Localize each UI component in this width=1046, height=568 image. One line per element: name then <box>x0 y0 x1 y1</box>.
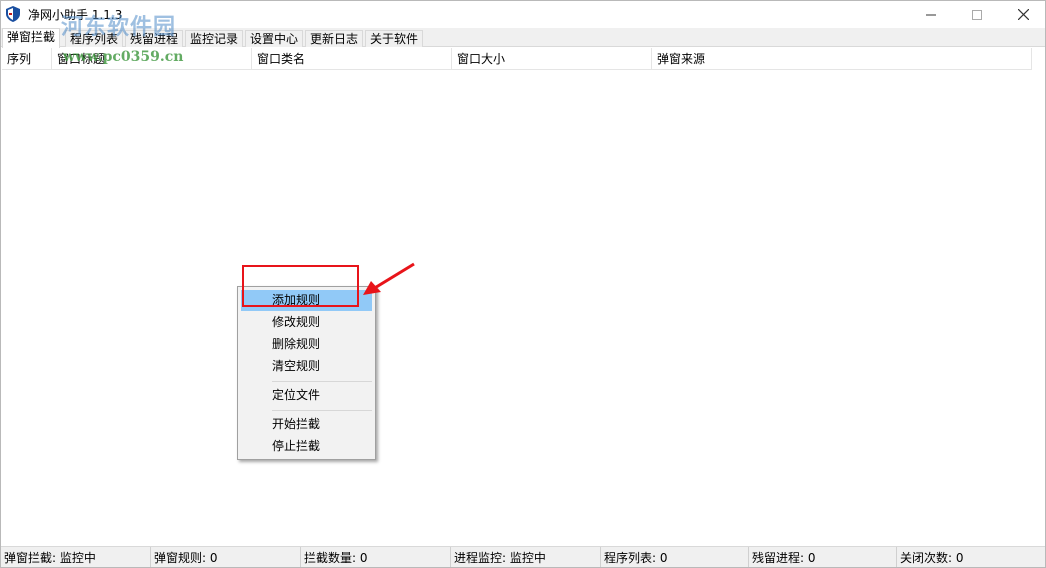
title-bar: 净网小助手 1.1.3 <box>1 1 1045 28</box>
column-header-index[interactable]: 序列 <box>2 48 52 70</box>
minimize-button[interactable] <box>908 1 954 28</box>
column-header-popup-source[interactable]: 弹窗来源 <box>652 48 1032 70</box>
tab-residual-process[interactable]: 残留进程 <box>125 30 184 47</box>
tab-popup-block[interactable]: 弹窗拦截 <box>2 28 61 48</box>
status-process-monitor: 进程监控: 监控中 <box>451 547 601 567</box>
menu-item-edit-rule[interactable]: 修改规则 <box>241 312 372 333</box>
close-icon <box>1017 9 1029 20</box>
column-header-window-class[interactable]: 窗口类名 <box>252 48 452 70</box>
rules-table-body[interactable] <box>2 70 1045 546</box>
column-header-window-title[interactable]: 窗口标题 <box>52 48 252 70</box>
maximize-icon <box>972 9 982 20</box>
annotation-highlight-box <box>242 265 359 307</box>
window-title: 净网小助手 1.1.3 <box>28 8 123 22</box>
status-popup-block: 弹窗拦截: 监控中 <box>1 547 151 567</box>
maximize-button[interactable] <box>954 1 1000 28</box>
menu-item-start-block[interactable]: 开始拦截 <box>241 414 372 435</box>
tab-update-log[interactable]: 更新日志 <box>305 30 364 47</box>
annotation-arrow-icon <box>363 262 415 295</box>
menu-item-stop-block[interactable]: 停止拦截 <box>241 436 372 457</box>
tab-bar: 弹窗拦截 程序列表 残留进程 监控记录 设置中心 更新日志 关于软件 <box>1 28 1045 48</box>
status-program-list: 程序列表: 0 <box>601 547 749 567</box>
menu-separator <box>272 381 372 382</box>
status-close-count: 关闭次数: 0 <box>900 551 964 565</box>
menu-item-delete-rule[interactable]: 删除规则 <box>241 334 372 355</box>
close-button[interactable] <box>1000 1 1045 28</box>
table-header: 序列 窗口标题 窗口类名 窗口大小 弹窗来源 <box>2 48 1032 70</box>
status-residual-process: 残留进程: 0 <box>749 547 897 567</box>
tab-about[interactable]: 关于软件 <box>365 30 424 47</box>
status-block-count: 拦截数量: 0 <box>301 547 451 567</box>
tab-settings[interactable]: 设置中心 <box>245 30 304 47</box>
minimize-icon <box>926 14 936 15</box>
column-header-window-size[interactable]: 窗口大小 <box>452 48 652 70</box>
menu-item-clear-rules[interactable]: 清空规则 <box>241 356 372 377</box>
menu-item-locate-file[interactable]: 定位文件 <box>241 385 372 406</box>
tab-monitor-log[interactable]: 监控记录 <box>185 30 244 47</box>
status-bar: 弹窗拦截: 监控中 弹窗规则: 0 拦截数量: 0 进程监控: 监控中 程序列表… <box>1 546 1045 567</box>
context-menu: 添加规则 修改规则 删除规则 清空规则 定位文件 开始拦截 停止拦截 <box>237 286 376 460</box>
status-popup-rules: 弹窗规则: 0 <box>151 547 301 567</box>
tab-program-list[interactable]: 程序列表 <box>65 30 124 47</box>
menu-separator <box>272 410 372 411</box>
shield-app-icon <box>6 6 20 22</box>
app-window: 净网小助手 1.1.3 弹窗拦截 程序列表 残留进程 监控记录 设置中心 更新日… <box>0 0 1046 568</box>
